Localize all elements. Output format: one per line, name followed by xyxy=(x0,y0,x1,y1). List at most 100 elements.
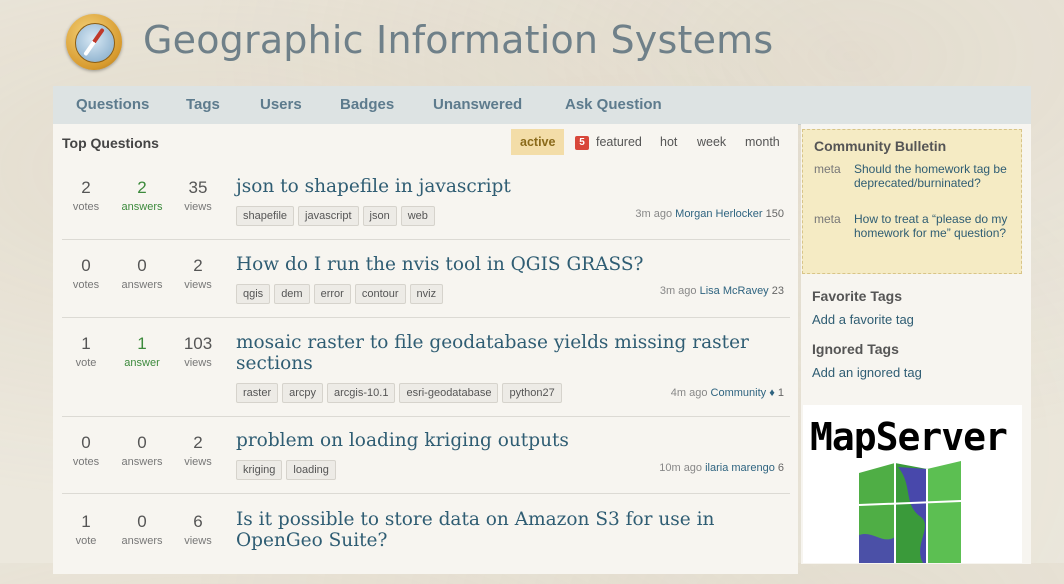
answer-count: 1 xyxy=(137,334,147,353)
bulletin-kind: meta xyxy=(814,162,841,176)
question-tags: raster arcpy arcgis-10.1 esri-geodatabase py… xyxy=(236,383,566,403)
question-title-link[interactable]: problem on loading kriging outputs xyxy=(236,430,756,451)
compass-logo-icon[interactable] xyxy=(66,14,122,70)
tag-loading[interactable]: loading xyxy=(286,460,336,480)
main-nav: Questions Tags Users Badges Unanswered A… xyxy=(53,86,1031,125)
featured-count-badge: 5 xyxy=(575,136,589,150)
section-title: Top Questions xyxy=(62,135,159,151)
tag-shapefile[interactable]: shapefile xyxy=(236,206,295,226)
question-tags: qgis dem error contour nviz xyxy=(236,284,447,304)
question-meta: 4m ago Community ♦ 1 xyxy=(671,387,784,399)
answers-stat: 1 answer xyxy=(120,334,164,369)
add-ignored-tag-link[interactable]: Add an ignored tag xyxy=(812,365,922,380)
vote-label: vote xyxy=(75,357,97,369)
view-count: 6 xyxy=(193,512,203,531)
views-stat: 103 views xyxy=(176,334,220,369)
answer-count: 2 xyxy=(137,178,147,197)
tag-dem[interactable]: dem xyxy=(274,284,310,304)
answers-stat: 2 answers xyxy=(120,178,164,213)
votes-stat: 0 votes xyxy=(64,256,108,291)
nav-unanswered[interactable]: Unanswered xyxy=(433,96,522,113)
favorite-tags-heading: Favorite Tags xyxy=(812,288,902,304)
votes-stat: 2 votes xyxy=(64,178,108,213)
tag-nviz[interactable]: nviz xyxy=(409,284,444,304)
vote-count: 1 xyxy=(81,512,91,531)
question-title-link[interactable]: How do I run the nvis tool in QGIS GRASS… xyxy=(236,254,756,275)
tab-active[interactable]: active xyxy=(511,129,565,155)
tag-error[interactable]: error xyxy=(313,284,351,304)
logo-panel-right xyxy=(927,461,961,563)
tag-json[interactable]: json xyxy=(362,206,397,226)
bulletin-title: Community Bulletin xyxy=(814,138,947,154)
views-stat: 35 views xyxy=(176,178,220,213)
bulletin-link[interactable]: Should the homework tag be deprecated/bu… xyxy=(854,162,1014,190)
view-label: views xyxy=(184,201,212,213)
votes-stat: 1 vote xyxy=(64,334,108,369)
view-label: views xyxy=(184,279,212,291)
tab-featured[interactable]: 5 featured xyxy=(566,129,651,155)
tag-javascript[interactable]: javascript xyxy=(298,206,359,226)
answer-label: answers xyxy=(121,279,163,291)
asked-time: 10m ago xyxy=(659,462,703,474)
bulletin-link[interactable]: How to treat a “please do my homework fo… xyxy=(854,212,1014,240)
view-label: views xyxy=(184,357,212,369)
user-reputation: 1 xyxy=(777,387,784,399)
question-row: 1 vote 1 answer 103 views mosaic raster … xyxy=(62,318,790,417)
question-list-panel: Top Questions active 5 featured hot week … xyxy=(53,124,798,574)
tag-esri-geodatabase[interactable]: esri-geodatabase xyxy=(399,383,499,403)
view-count: 35 xyxy=(188,178,208,197)
vote-count: 2 xyxy=(81,178,91,197)
tag-arcpy[interactable]: arcpy xyxy=(282,383,324,403)
tag-contour[interactable]: contour xyxy=(354,284,406,304)
tab-month[interactable]: month xyxy=(736,129,789,155)
add-favorite-tag-link[interactable]: Add a favorite tag xyxy=(812,312,914,327)
user-reputation: 150 xyxy=(765,208,784,220)
question-meta: 10m ago ilaria marengo 6 xyxy=(659,462,784,474)
view-count: 2 xyxy=(193,433,203,452)
tag-kriging[interactable]: kriging xyxy=(236,460,283,480)
answer-count: 0 xyxy=(137,256,147,275)
vote-count: 0 xyxy=(81,433,91,452)
user-link[interactable]: Lisa McRavey xyxy=(700,285,769,297)
tag-arcgis-10-1[interactable]: arcgis-10.1 xyxy=(327,383,396,403)
tag-qgis[interactable]: qgis xyxy=(236,284,271,304)
nav-tags[interactable]: Tags xyxy=(186,96,220,113)
question-row: 0 votes 0 answers 2 views How do I run t… xyxy=(62,240,790,318)
question-title-link[interactable]: json to shapefile in javascript xyxy=(236,176,756,197)
view-count: 2 xyxy=(193,256,203,275)
vote-count: 0 xyxy=(81,256,91,275)
tab-week[interactable]: week xyxy=(688,129,735,155)
community-bulletin: Community Bulletin meta Should the homew… xyxy=(802,129,1022,274)
answer-label: answers xyxy=(121,535,163,547)
mapserver-ad[interactable]: MapServer xyxy=(803,405,1022,563)
question-title-link[interactable]: Is it possible to store data on Amazon S… xyxy=(236,509,756,551)
answer-label: answers xyxy=(121,456,163,468)
tab-featured-label: featured xyxy=(596,135,642,149)
votes-stat: 0 votes xyxy=(64,433,108,468)
answers-stat: 0 answers xyxy=(120,433,164,468)
site-title[interactable]: Geographic Information Systems xyxy=(143,18,773,62)
tag-python27[interactable]: python27 xyxy=(502,383,562,403)
view-count: 103 xyxy=(183,334,213,353)
question-row: 2 votes 2 answers 35 views json to shape… xyxy=(62,164,790,240)
user-link[interactable]: ilaria marengo xyxy=(705,462,775,474)
user-link[interactable]: Community ♦ xyxy=(711,387,775,399)
nav-ask-question[interactable]: Ask Question xyxy=(565,96,662,113)
user-link[interactable]: Morgan Herlocker xyxy=(675,208,762,220)
vote-label: votes xyxy=(72,201,100,213)
tab-hot[interactable]: hot xyxy=(651,129,686,155)
asked-time: 3m ago xyxy=(635,208,673,220)
vote-label: vote xyxy=(75,535,97,547)
nav-badges[interactable]: Badges xyxy=(340,96,394,113)
tag-web[interactable]: web xyxy=(400,206,435,226)
question-tags: shapefile javascript json web xyxy=(236,206,439,226)
nav-users[interactable]: Users xyxy=(260,96,302,113)
tag-raster[interactable]: raster xyxy=(236,383,279,403)
view-label: views xyxy=(184,456,212,468)
vote-count: 1 xyxy=(81,334,91,353)
question-meta: 3m ago Morgan Herlocker 150 xyxy=(635,208,784,220)
vote-label: votes xyxy=(72,279,100,291)
question-title-link[interactable]: mosaic raster to file geodatabase yields… xyxy=(236,332,756,374)
nav-questions[interactable]: Questions xyxy=(76,96,149,113)
question-row: 1 vote 0 answers 6 views Is it possible … xyxy=(62,494,790,584)
